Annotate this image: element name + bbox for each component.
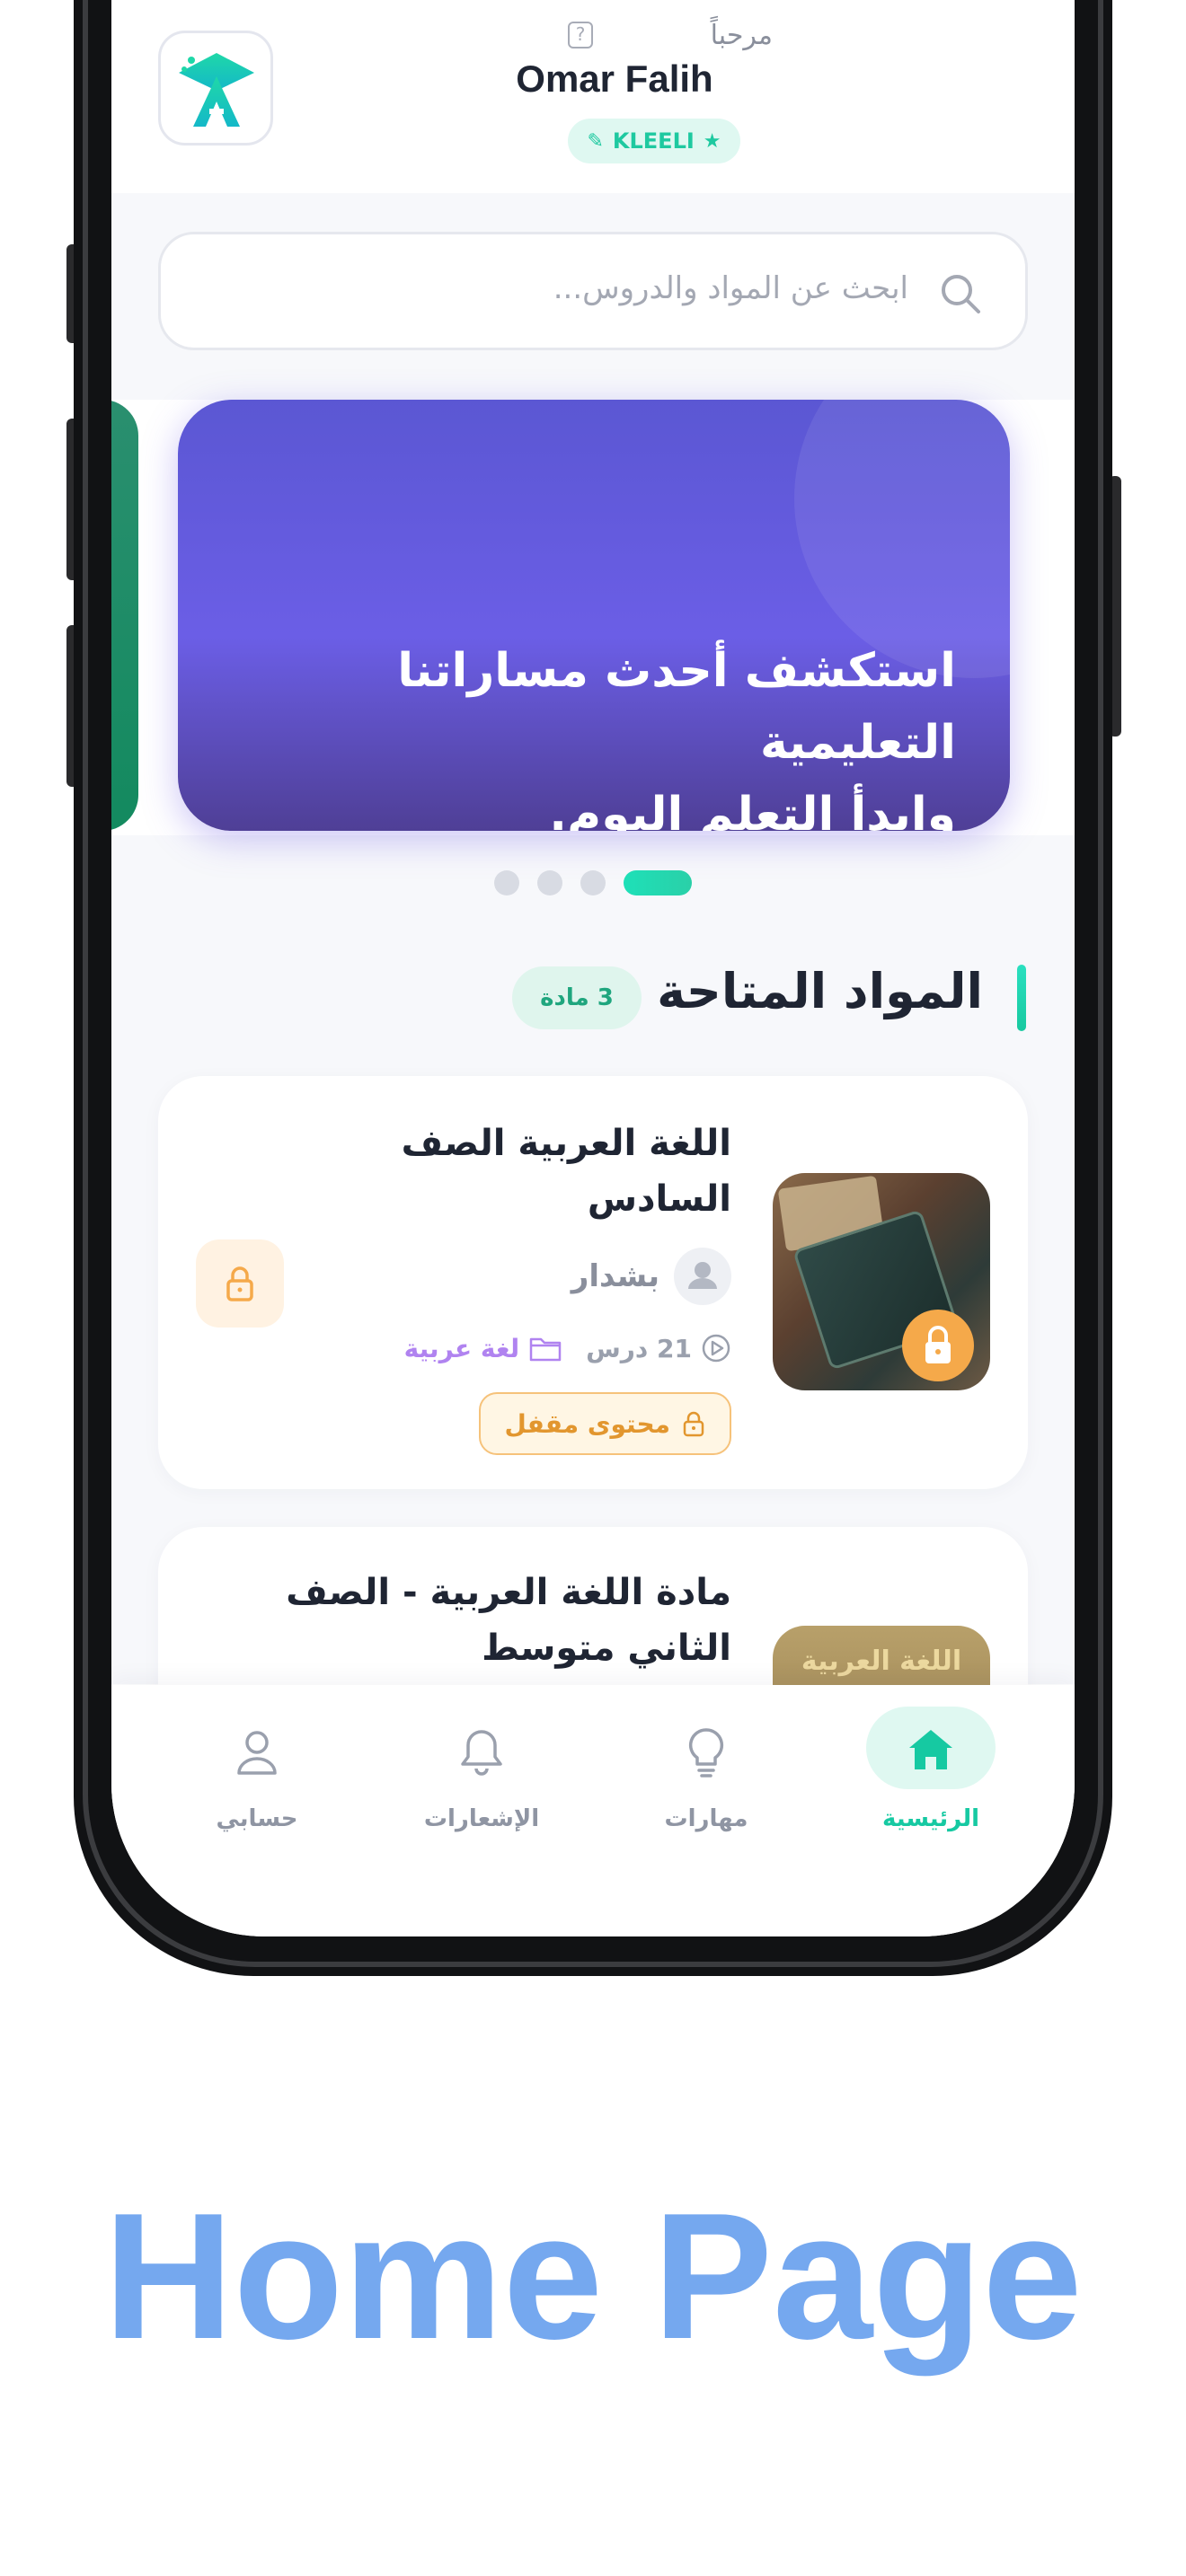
nav-label-account: حسابي <box>216 1805 298 1832</box>
category-text: لغة عربية <box>403 1333 520 1363</box>
carousel-prev-slide[interactable] <box>111 400 138 831</box>
lock-icon <box>683 1411 704 1437</box>
locked-status-chip: محتوى مقفل <box>479 1392 731 1455</box>
carousel-dot-active[interactable] <box>624 870 692 895</box>
banner-line-2: وابدأ التعلم اليوم. <box>549 788 956 831</box>
logo-icon <box>179 53 254 127</box>
search-input[interactable]: ابحث عن المواد والدروس... <box>553 270 908 306</box>
nav-item-skills[interactable]: مهارات <box>625 1707 787 1850</box>
app-root: ? مرحباً Omar Falih ✎ KLEELI ★ ابحث عن ا… <box>111 0 1075 1936</box>
app-logo[interactable] <box>158 31 273 146</box>
locked-status-text: محتوى مقفل <box>504 1408 670 1439</box>
nav-label-notifications: الإشعارات <box>423 1805 540 1832</box>
thumbnail-artwork: اللغة العربية <box>801 1645 962 1677</box>
phone-screen: ? مرحباً Omar Falih ✎ KLEELI ★ ابحث عن ا… <box>111 0 1075 1936</box>
nav-item-account[interactable]: حسابي <box>176 1707 338 1850</box>
author-name: بشدار <box>571 1258 659 1294</box>
play-circle-icon <box>702 1334 730 1363</box>
lock-icon <box>226 1266 253 1301</box>
course-author: بشدار <box>571 1247 731 1306</box>
nav-label-skills: مهارات <box>664 1805 748 1832</box>
course-title: مادة اللغة العربية - الصف الثاني متوسط <box>286 1572 731 1669</box>
search-icon <box>942 275 980 313</box>
folder-icon <box>529 1337 562 1362</box>
user-icon <box>688 1262 717 1289</box>
lesson-count: 21 درس <box>586 1333 731 1363</box>
section-accent-bar <box>1017 965 1026 1031</box>
section-title: المواد المتاحة <box>657 963 983 1019</box>
banner-line-1: استكشف أحدث مساراتنا التعليمية <box>397 644 956 770</box>
greeting-text: مرحباً <box>710 20 773 51</box>
section-count-badge: 3 مادة <box>512 966 642 1029</box>
author-avatar <box>674 1248 731 1305</box>
unlock-button[interactable] <box>196 1239 284 1328</box>
nav-item-home[interactable]: الرئيسية <box>850 1707 1012 1850</box>
app-header: ? مرحباً Omar Falih ✎ KLEELI ★ <box>111 0 1075 193</box>
star-icon: ★ <box>703 129 721 153</box>
nav-label-home: الرئيسية <box>881 1805 980 1832</box>
bottom-navigation: الرئيسية مهارات الإشعارات حسابي <box>111 1685 1075 1936</box>
user-badge[interactable]: ✎ KLEELI ★ <box>568 119 740 163</box>
banner-text: استكشف أحدث مساراتنا التعليمية وابدأ الت… <box>201 635 956 831</box>
lock-icon <box>902 1310 974 1381</box>
username: Omar Falih <box>516 57 713 100</box>
carousel-dot[interactable] <box>580 870 606 895</box>
pencil-icon: ✎ <box>587 129 604 153</box>
home-icon <box>909 1730 952 1769</box>
search-bar[interactable]: ابحث عن المواد والدروس... <box>158 232 1028 350</box>
carousel-dot[interactable] <box>537 870 562 895</box>
course-card[interactable]: اللغة العربية الصف السادس بشدار 21 درس ل… <box>158 1076 1028 1489</box>
course-category: لغة عربية <box>404 1334 563 1363</box>
page-caption: Home Page <box>103 2176 1083 2377</box>
user-icon <box>237 1731 277 1775</box>
badge-label: KLEELI <box>612 128 695 154</box>
lesson-count-text: 21 درس <box>586 1333 692 1363</box>
lightbulb-icon <box>688 1728 724 1778</box>
carousel-dot[interactable] <box>494 870 519 895</box>
course-title: اللغة العربية الصف السادس <box>401 1123 731 1220</box>
course-meta: 21 درس لغة عربية <box>404 1333 731 1363</box>
course-thumbnail <box>773 1173 990 1390</box>
nav-item-notifications[interactable]: الإشعارات <box>401 1707 562 1850</box>
bell-icon <box>461 1730 502 1776</box>
promo-banner[interactable]: استكشف أحدث مساراتنا التعليمية وابدأ الت… <box>178 400 1010 831</box>
